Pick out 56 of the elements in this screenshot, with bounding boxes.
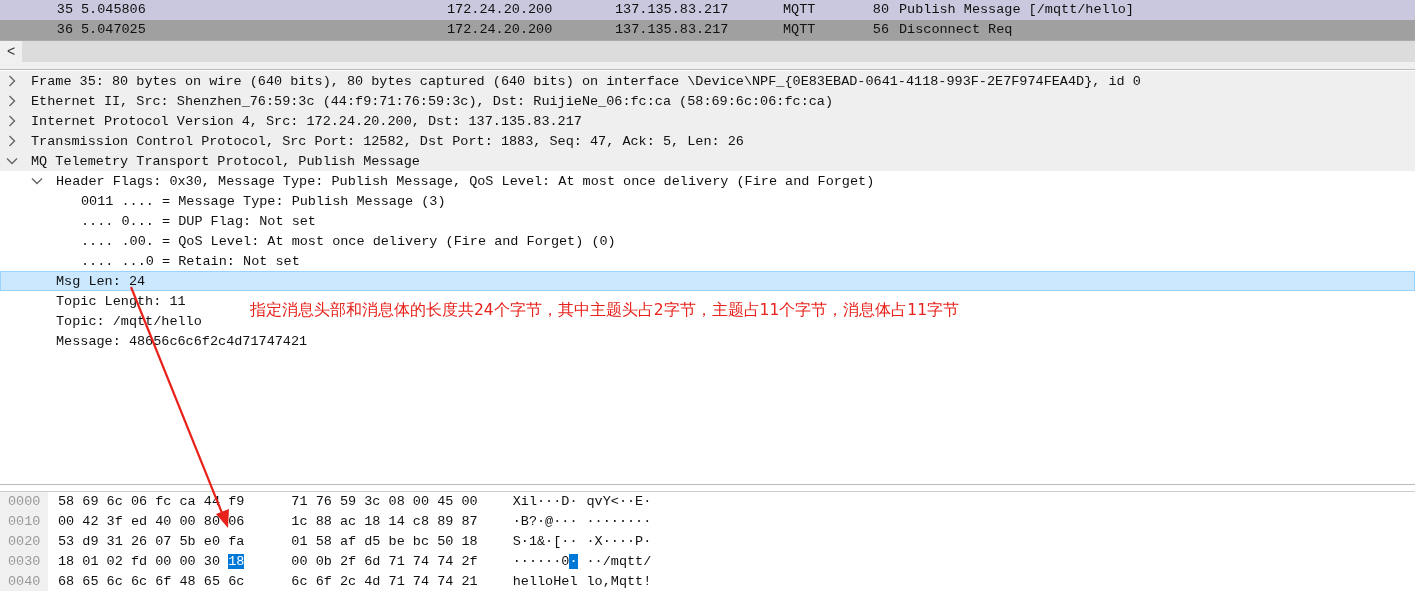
packet-info: Disconnect Req [899,22,1013,37]
packet-number: 35 [56,2,73,17]
hex-bytes: 71 76 59 3c 08 00 45 00 [291,494,478,509]
hex-offset: 0040 [8,573,42,591]
packet-length: 80 [872,2,889,17]
packet-protocol: MQTT [783,2,816,17]
tree-item[interactable]: 0011 .... = Message Type: Publish Message (3) [81,191,446,211]
hex-offset: 0010 [8,513,42,531]
ascii-text: ·B?·@··· [512,514,578,529]
hex-offset: 0000 [8,493,42,511]
packet-number: 36 [56,22,73,37]
annotation-text: 指定消息头部和消息体的长度共24个字节，其中主题头占2字节，主题占11个字节，消息体占11字节 [250,300,960,321]
packet-row[interactable]: 36 5.047025 172.24.20.200 137.135.83.217 MQTT 56 Disconnect Req [0,20,1415,40]
ascii-text: qvY<··E· [586,494,652,509]
tree-item[interactable]: .... .00. = QoS Level: At most once delivery (Fire and Forget) (0) [81,231,616,251]
hex-offset: 0030 [8,553,42,571]
ascii-text: ········ [586,514,652,529]
packet-time: 5.047025 [81,22,146,37]
hex-bytes: 1c 88 ac 18 14 c8 89 87 [291,514,478,529]
packet-destination: 137.135.83.217 [615,22,729,37]
scroll-left-button[interactable]: < [0,41,22,62]
ascii-text: helloHel [512,574,578,589]
hex-bytes: 00 0b 2f 6d 71 74 74 2f [291,554,478,569]
hex-bytes: 18 01 02 fd 00 00 30 [58,554,221,569]
ascii-text: lo,Mqtt! [586,574,652,589]
tree-item[interactable]: .... 0... = DUP Flag: Not set [81,211,316,231]
hex-bytes: 68 65 6c 6c 6f 48 65 6c [58,574,245,589]
packet-source: 172.24.20.200 [447,22,553,37]
tree-item[interactable]: Header Flags: 0x30, Message Type: Publish Message, QoS Level: At most once delivery (Fire and Forget) [56,171,875,191]
hex-bytes: 6c 6f 2c 4d 71 74 74 21 [291,574,478,589]
ascii-text: Xil···D· [512,494,578,509]
chevron-right-icon[interactable] [6,75,18,87]
chevron-right-icon[interactable] [6,115,18,127]
packet-length: 56 [872,22,889,37]
selected-ascii-char: · [569,554,578,569]
ascii-text: ······0 [512,554,570,569]
chevron-down-icon[interactable] [6,155,18,167]
packet-row[interactable]: 35 5.045806 172.24.20.200 137.135.83.217 MQTT 80 Publish Message [/mqtt/hello] [0,0,1415,20]
ascii-text: S·1&·[·· [512,534,578,549]
chevron-right-icon[interactable] [6,95,18,107]
ascii-text: ·X····P· [586,534,652,549]
packet-destination: 137.135.83.217 [615,2,729,17]
selected-hex-byte: 18 [228,554,245,569]
hex-offset: 0020 [8,533,42,551]
packet-time: 5.045806 [81,2,146,17]
chevron-right-icon[interactable] [6,135,18,147]
packet-source: 172.24.20.200 [447,2,553,17]
chevron-down-icon[interactable] [31,175,43,187]
hex-bytes: 00 42 3f ed 40 00 80 06 [58,514,245,529]
tree-item[interactable]: Msg Len: 24 [56,271,146,291]
ascii-text: ··/mqtt/ [586,554,652,569]
packet-protocol: MQTT [783,22,816,37]
hex-bytes: 53 d9 31 26 07 5b e0 fa [58,534,245,549]
hex-bytes: 01 58 af d5 be bc 50 18 [291,534,478,549]
packet-info: Publish Message [/mqtt/hello] [899,2,1134,17]
tree-item[interactable]: .... ...0 = Retain: Not set [81,251,300,271]
